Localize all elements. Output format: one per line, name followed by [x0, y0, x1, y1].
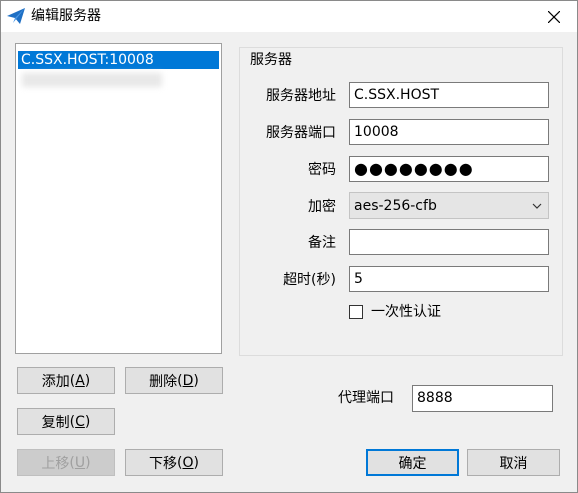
- proxy-port-field[interactable]: 8888: [412, 385, 553, 412]
- move-up-button-accel: U: [74, 454, 86, 471]
- timeout-field[interactable]: 5: [349, 266, 549, 292]
- add-button-label: 添加: [41, 373, 70, 390]
- encryption-value: aes-256-cfb: [354, 197, 437, 214]
- add-button[interactable]: 添加(A): [17, 367, 115, 394]
- remarks-field[interactable]: [349, 229, 549, 255]
- encryption-label: 加密: [308, 199, 336, 215]
- window-title: 编辑服务器: [31, 8, 101, 24]
- server-list[interactable]: C.SSX.HOST:10008: [15, 43, 222, 354]
- onetime-auth-checkbox[interactable]: [349, 305, 363, 319]
- copy-button-accel: C: [75, 413, 85, 430]
- server-address-field[interactable]: C.SSX.HOST: [349, 82, 549, 108]
- ok-button[interactable]: 确定: [366, 449, 459, 476]
- list-item[interactable]: C.SSX.HOST:10008: [18, 51, 219, 69]
- encryption-select[interactable]: aes-256-cfb: [349, 192, 549, 219]
- chevron-down-icon: [532, 203, 542, 209]
- timeout-label: 超时(秒): [283, 272, 336, 288]
- address-label: 服务器地址: [266, 88, 336, 104]
- close-button[interactable]: [531, 1, 577, 32]
- port-label: 服务器端口: [266, 125, 336, 141]
- delete-button[interactable]: 删除(D): [125, 367, 223, 394]
- remarks-label: 备注: [308, 235, 336, 251]
- redacted-text: [22, 73, 162, 87]
- password-field[interactable]: ●●●●●●●●: [349, 156, 549, 182]
- move-up-button[interactable]: 上移(U): [17, 449, 115, 476]
- move-down-button-accel: O: [182, 454, 194, 471]
- move-up-button-label: 上移: [41, 455, 70, 472]
- move-down-button[interactable]: 下移(O): [125, 449, 223, 476]
- server-group-legend: 服务器: [248, 49, 294, 69]
- onetime-auth-label[interactable]: 一次性认证: [371, 303, 441, 321]
- copy-button-label: 复制: [41, 414, 70, 431]
- server-port-field[interactable]: 10008: [349, 119, 549, 145]
- list-item[interactable]: [18, 71, 219, 89]
- close-icon: [548, 10, 560, 23]
- add-button-accel: A: [75, 372, 85, 389]
- paper-plane-icon: [7, 8, 25, 24]
- delete-button-label: 删除: [149, 373, 178, 390]
- cancel-button[interactable]: 取消: [467, 449, 560, 476]
- delete-button-accel: D: [182, 372, 194, 389]
- copy-button[interactable]: 复制(C): [17, 408, 115, 435]
- proxy-port-label: 代理端口: [338, 390, 394, 406]
- password-label: 密码: [308, 162, 336, 178]
- move-down-button-label: 下移: [149, 455, 178, 472]
- title-bar: 编辑服务器: [1, 1, 577, 32]
